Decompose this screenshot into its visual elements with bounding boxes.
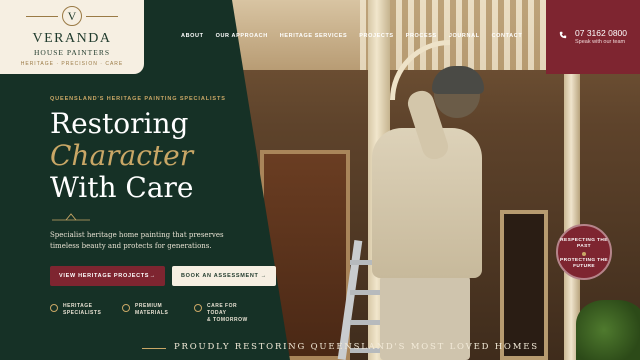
book-assessment-button[interactable]: BOOK AN ASSESSMENT → [172, 266, 276, 286]
painter-figure [432, 66, 484, 94]
arrow-right-icon: → [260, 273, 267, 279]
feature-label: & TOMORROW [207, 317, 248, 323]
roof-divider-icon [52, 213, 90, 221]
main-nav: ABOUT OUR APPROACH HERITAGE SERVICES PRO… [181, 33, 522, 39]
logo-tagline: HERITAGE · PRECISION · CARE [20, 61, 124, 67]
bottom-strip: PROUDLY RESTORING QUEENSLAND'S MOST LOVE… [0, 340, 640, 360]
check-circle-icon [122, 304, 130, 312]
view-projects-button[interactable]: VIEW HERITAGE PROJECTS → [50, 266, 165, 286]
arrow-right-icon: → [149, 273, 156, 279]
nav-process[interactable]: PROCESS [406, 33, 437, 39]
hero-eyebrow: QUEENSLAND'S HERITAGE PAINTING SPECIALIS… [50, 96, 226, 102]
nav-our-approach[interactable]: OUR APPROACH [216, 33, 268, 39]
feature-item: PREMIUM MATERIALS [122, 303, 180, 324]
phone-cta[interactable]: 07 3162 0800 Speak with our team [546, 0, 640, 74]
nav-contact[interactable]: CONTACT [492, 33, 523, 39]
hero-heading-line-3: With Care [50, 171, 194, 204]
nav-about[interactable]: ABOUT [181, 33, 204, 39]
badge-bottom-text: PROTECTING THE FUTURE [560, 258, 608, 269]
hero-lead: Specialist heritage home painting that p… [50, 231, 224, 250]
feature-label: SPECIALISTS [63, 310, 102, 316]
feature-label: CARE FOR TODAY [207, 303, 238, 316]
feature-label: PREMIUM [135, 303, 163, 309]
logo-rule [26, 16, 58, 17]
window [500, 210, 548, 360]
feature-label: MATERIALS [135, 310, 169, 316]
nav-heritage-services[interactable]: HERITAGE SERVICES [280, 33, 347, 39]
phone-label: Speak with our team [575, 39, 626, 45]
logo-title: VERANDA [32, 31, 112, 46]
feature-list: HERITAGE SPECIALISTS PREMIUM MATERIALS CAR… [50, 303, 252, 324]
shield-icon [50, 304, 58, 312]
logo-subtitle: HOUSE PAINTERS [33, 48, 111, 57]
book-assessment-label: BOOK AN ASSESSMENT [181, 273, 259, 279]
phone-icon [559, 31, 567, 39]
badge-top-text: RESPECTING THE PAST [560, 238, 608, 249]
phone-number: 07 3162 0800 [575, 28, 627, 38]
hero-heading-line-1: Restoring [50, 107, 189, 140]
leaf-icon [194, 304, 202, 312]
view-projects-label: VIEW HERITAGE PROJECTS [59, 273, 150, 279]
nav-journal[interactable]: JOURNAL [449, 33, 480, 39]
feature-item: CARE FOR TODAY & TOMORROW [194, 303, 252, 324]
logo-rule [86, 16, 118, 17]
logo-monogram: V [62, 6, 82, 26]
nav-projects[interactable]: PROJECTS [359, 33, 393, 39]
badge-dot [582, 252, 586, 256]
hero-heading-line-2: Character [50, 139, 194, 172]
strip-text: PROUDLY RESTORING QUEENSLAND'S MOST LOVE… [174, 342, 539, 352]
site-logo[interactable]: V VERANDA HOUSE PAINTERS HERITAGE · PREC… [0, 0, 144, 74]
feature-item: HERITAGE SPECIALISTS [50, 303, 108, 324]
heritage-badge: RESPECTING THE PAST PROTECTING THE FUTUR… [556, 224, 612, 280]
feature-label: HERITAGE [63, 303, 93, 309]
strip-rule [142, 348, 166, 349]
